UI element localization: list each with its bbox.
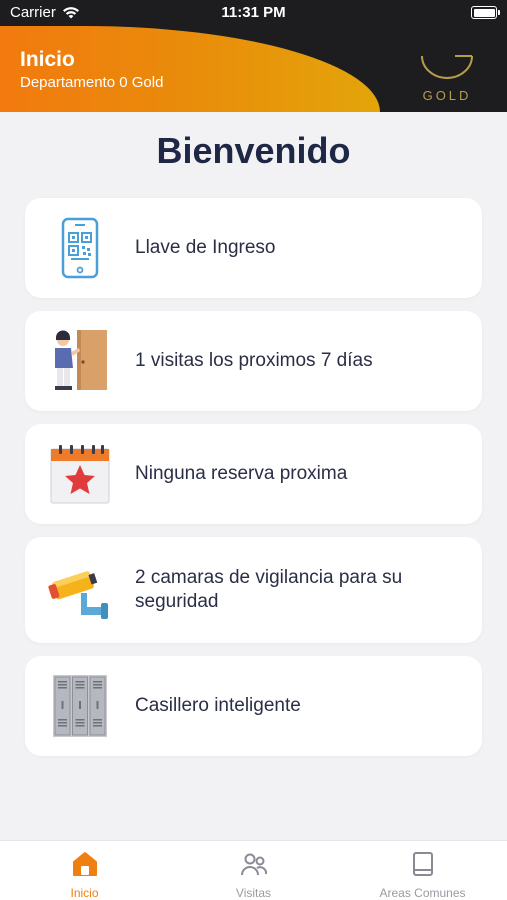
card-label: 2 camaras de vigilancia para su segurida… [135, 567, 403, 612]
tab-visitas[interactable]: Visitas [169, 841, 338, 900]
calendar-star-icon [47, 441, 113, 507]
gold-logo-icon [421, 55, 473, 79]
card-cameras[interactable]: 2 camaras de vigilancia para su segurida… [25, 537, 482, 643]
card-smart-locker[interactable]: Casillero inteligente [25, 656, 482, 756]
tab-inicio[interactable]: Inicio [0, 841, 169, 900]
security-camera-icon [47, 557, 113, 623]
card-label: 1 visitas los proximos 7 días [135, 350, 373, 371]
card-visits[interactable]: 1 visitas los proximos 7 días [25, 311, 482, 411]
page-subtitle: Departamento 0 Gold [20, 74, 164, 91]
tab-areas-comunes[interactable]: Areas Comunes [338, 841, 507, 900]
brand-text: GOLD [422, 88, 472, 103]
battery-icon [471, 6, 500, 19]
tab-label: Inicio [70, 886, 99, 900]
card-reservations[interactable]: Ninguna reserva proxima [25, 424, 482, 524]
qr-phone-icon [47, 215, 113, 281]
book-icon [412, 852, 433, 876]
visitor-door-icon [47, 328, 113, 394]
card-label: Casillero inteligente [135, 695, 301, 716]
welcome-title: Bienvenido [156, 130, 351, 171]
users-icon [240, 853, 267, 876]
home-icon [72, 852, 97, 876]
tab-label: Areas Comunes [379, 886, 466, 900]
app-header: Inicio Departamento 0 Gold GOLD [0, 26, 507, 112]
card-label: Llave de Ingreso [135, 237, 276, 258]
page-title: Inicio [20, 48, 75, 71]
tab-bar: Inicio Visitas Areas Comunes [0, 840, 507, 900]
brand-logo: GOLD [417, 50, 477, 106]
status-bar: Carrier 11:31 PM [0, 0, 507, 26]
status-time: 11:31 PM [221, 4, 286, 21]
tab-label: Visitas [235, 886, 272, 900]
card-label: Ninguna reserva proxima [135, 463, 348, 484]
lockers-icon [47, 673, 113, 739]
card-entry-key[interactable]: Llave de Ingreso [25, 198, 482, 298]
